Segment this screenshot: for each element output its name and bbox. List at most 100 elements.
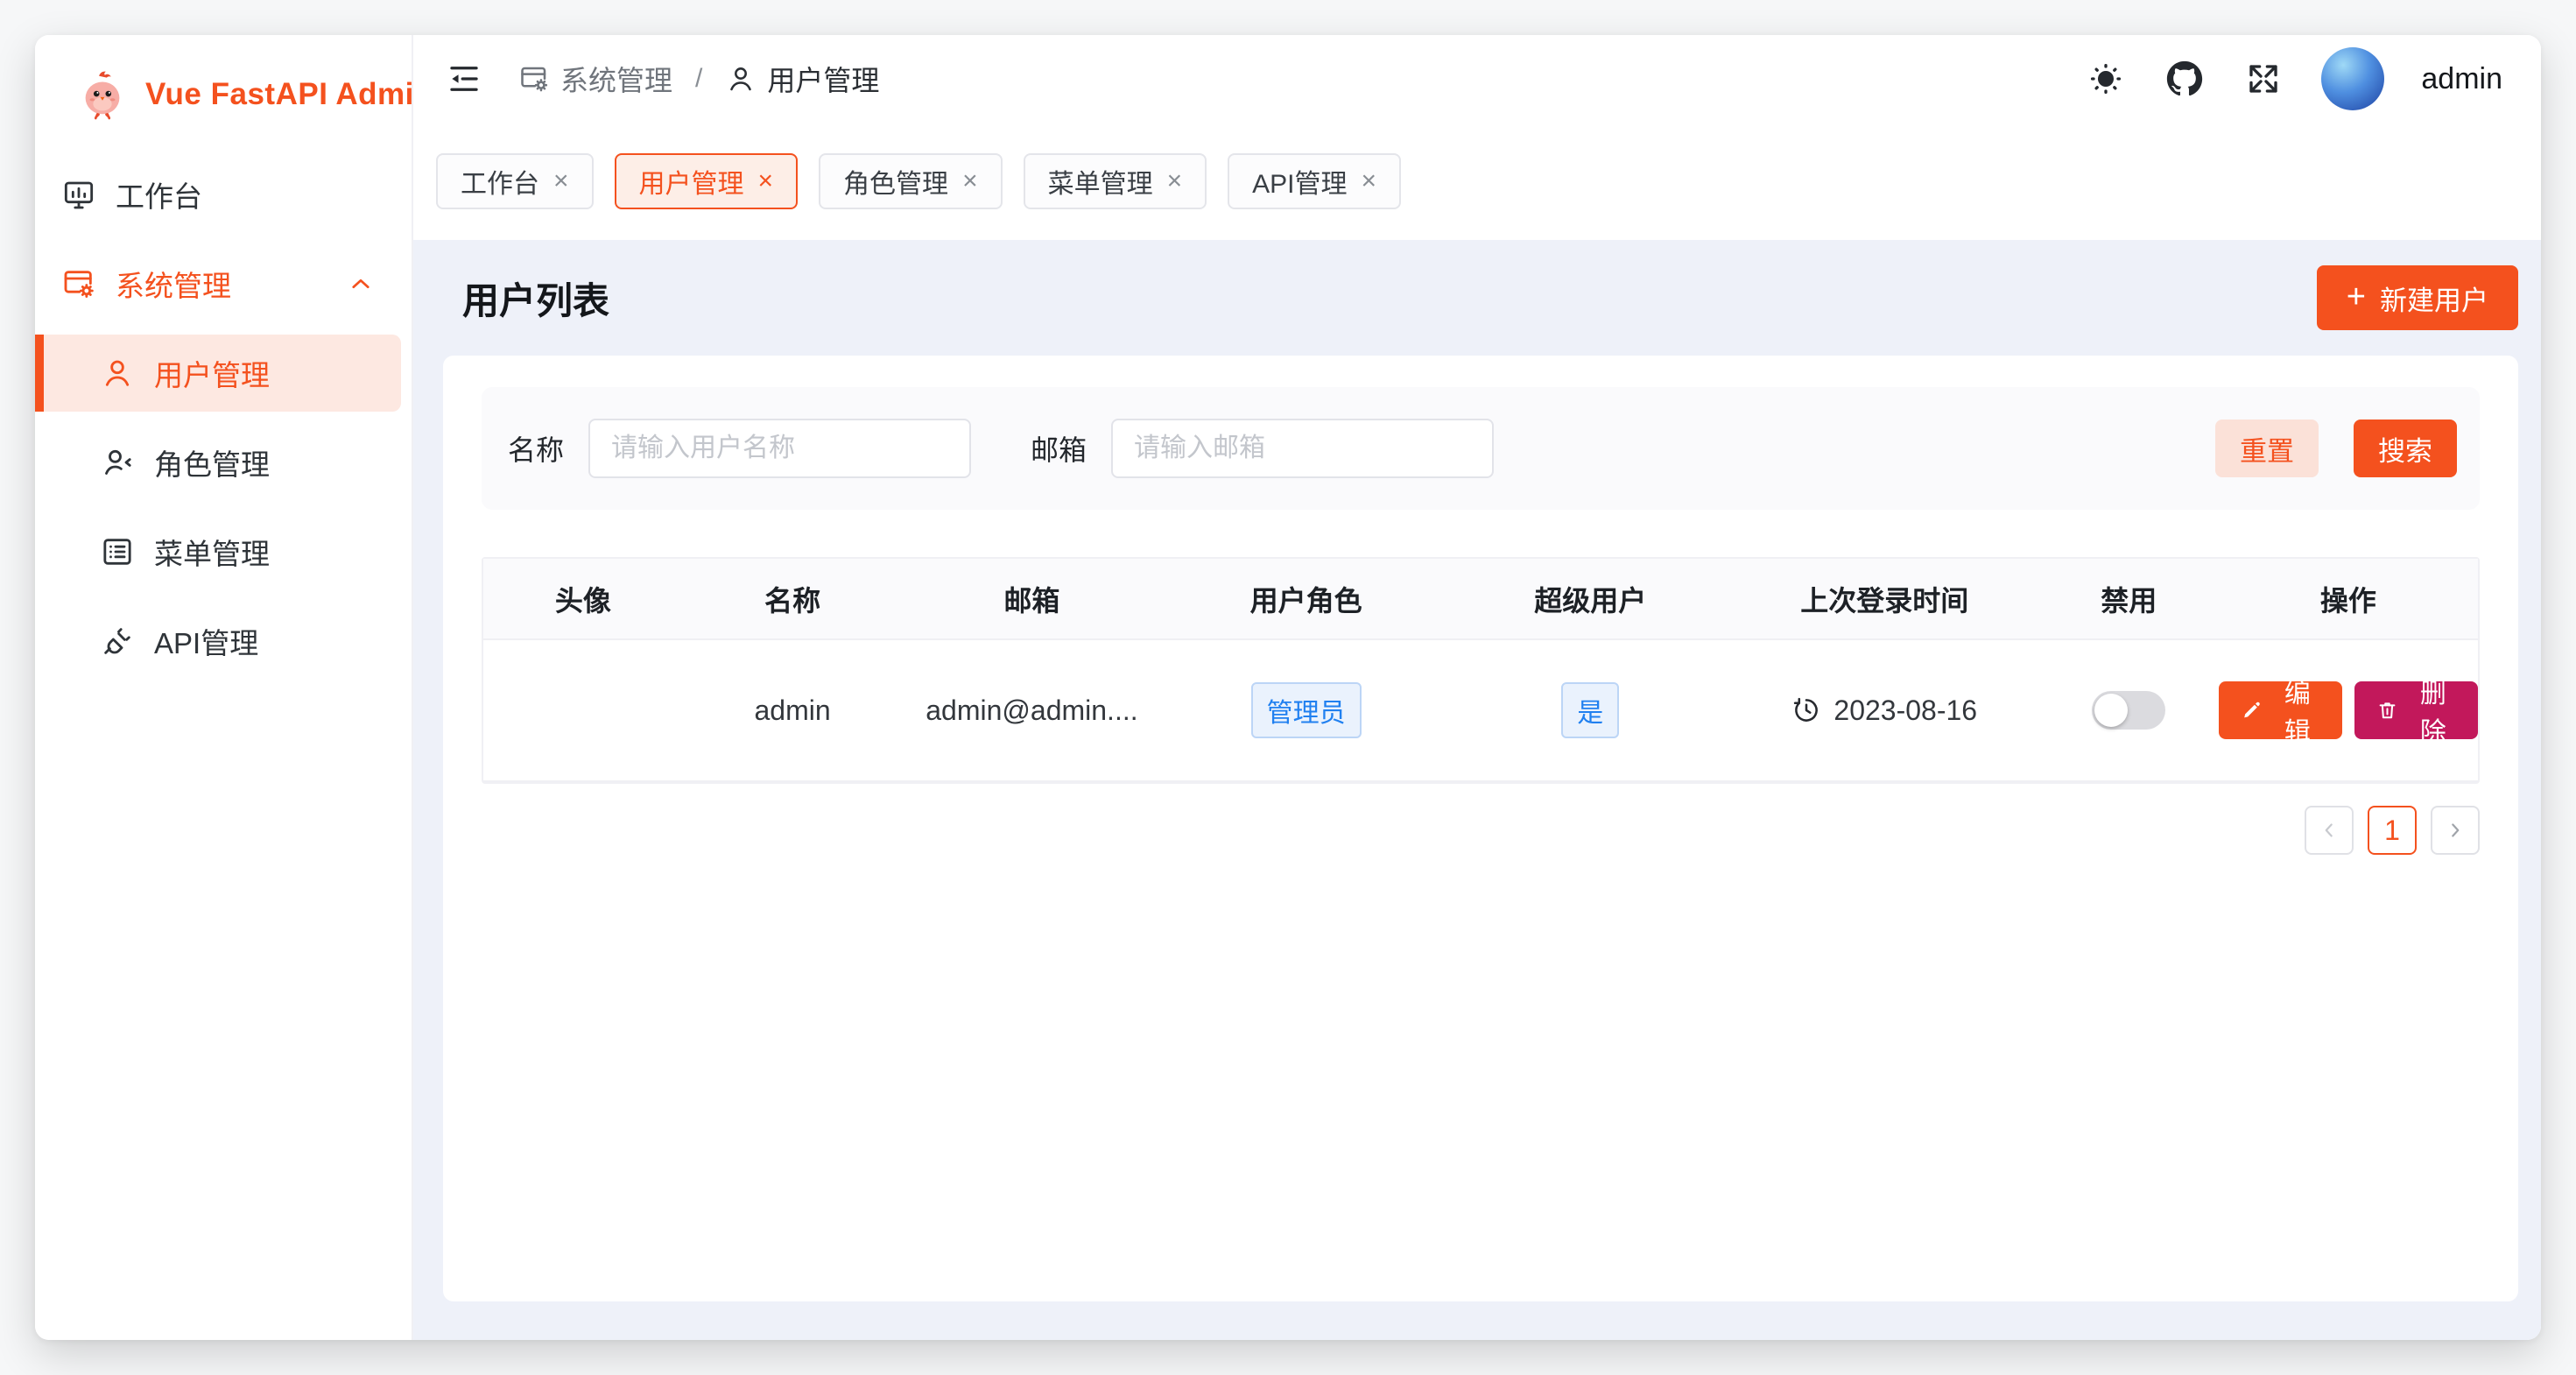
tab-menus[interactable]: 菜单管理 ×: [1024, 153, 1207, 209]
email-filter-input[interactable]: [1111, 419, 1494, 478]
user-list-card: 名称 邮箱 重置 搜索 头像 名称 邮箱: [443, 356, 2518, 1301]
chevron-left-icon: [2318, 819, 2340, 842]
delete-button[interactable]: 删除: [2354, 681, 2478, 739]
role-tag: 管理员: [1251, 682, 1362, 738]
sidebar-item-workbench[interactable]: 工作台: [35, 156, 401, 233]
tab-label: 角色管理: [843, 162, 948, 201]
app-window: Vue FastAPI Admin 工作台: [35, 35, 2541, 1340]
col-disabled: 禁用: [2039, 579, 2219, 619]
tab-api[interactable]: API管理 ×: [1228, 153, 1401, 209]
tab-label: 用户管理: [639, 162, 744, 201]
brand-title: Vue FastAPI Admin: [145, 77, 433, 112]
fullscreen-icon[interactable]: [2242, 58, 2284, 100]
new-user-button[interactable]: + 新建用户: [2317, 265, 2518, 330]
col-email: 邮箱: [902, 579, 1161, 619]
filter-panel: 名称 邮箱 重置 搜索: [482, 387, 2480, 510]
col-actions: 操作: [2219, 579, 2478, 619]
col-name: 名称: [683, 579, 903, 619]
tab-users[interactable]: 用户管理 ×: [615, 153, 799, 209]
breadcrumb-label: 系统管理: [560, 59, 672, 99]
sidebar-item-label: 角色管理: [154, 441, 270, 483]
sidebar: Vue FastAPI Admin 工作台: [35, 35, 413, 1340]
topbar-right: admin: [2085, 47, 2502, 110]
tab-workbench[interactable]: 工作台 ×: [436, 153, 594, 209]
sidebar-item-roles[interactable]: 角色管理: [35, 424, 401, 501]
pencil-icon: [2240, 697, 2263, 723]
col-role: 用户角色: [1162, 579, 1451, 619]
page-1-button[interactable]: 1: [2368, 806, 2417, 855]
collapse-sidebar-icon[interactable]: [443, 58, 485, 100]
breadcrumb-item-system[interactable]: 系统管理: [518, 59, 672, 99]
window-gear-icon: [61, 266, 96, 301]
name-filter-label: 名称: [508, 428, 564, 469]
theme-sun-icon[interactable]: [2085, 58, 2127, 100]
username[interactable]: admin: [2421, 62, 2502, 96]
sidebar-item-system[interactable]: 系统管理: [35, 245, 401, 322]
sidebar-item-label: 用户管理: [154, 352, 270, 394]
table-row: admin admin@admin.... 管理员 是: [483, 640, 2478, 782]
user-check-icon: [100, 445, 135, 480]
tab-label: 工作台: [461, 162, 539, 201]
user-icon: [725, 63, 757, 95]
pagination: 1: [482, 806, 2480, 855]
list-icon: [100, 534, 135, 569]
last-login-value: 2023-08-16: [1833, 695, 1977, 727]
github-icon[interactable]: [2164, 58, 2206, 100]
close-icon[interactable]: ×: [1361, 168, 1376, 194]
disabled-toggle[interactable]: [2092, 691, 2165, 730]
cell-email: admin@admin....: [902, 695, 1161, 727]
toggle-knob: [2094, 694, 2128, 727]
new-user-label: 新建用户: [2380, 279, 2488, 318]
topbar: 系统管理 / 用户管理: [413, 35, 2541, 123]
cell-actions: 编辑 删除: [2219, 681, 2478, 739]
chick-logo-icon: [75, 67, 130, 122]
sidebar-item-menus[interactable]: 菜单管理: [35, 513, 401, 590]
chevron-up-icon: [345, 268, 377, 300]
close-icon[interactable]: ×: [962, 168, 978, 194]
edit-button[interactable]: 编辑: [2219, 681, 2342, 739]
avatar[interactable]: [2321, 47, 2384, 110]
content: 用户列表 + 新建用户 名称 邮箱 重置 搜索: [413, 240, 2541, 1340]
clock-history-icon: [1791, 695, 1821, 725]
tabbar: 工作台 × 用户管理 × 角色管理 × 菜单管理 × API管理 ×: [413, 123, 2541, 240]
sidebar-item-users[interactable]: 用户管理: [35, 335, 401, 412]
sidebar-item-api[interactable]: API管理: [35, 603, 401, 680]
prev-page-button[interactable]: [2305, 806, 2354, 855]
cell-superuser: 是: [1451, 682, 1730, 738]
superuser-tag: 是: [1561, 682, 1619, 738]
sidebar-menu: 工作台 系统管理: [35, 154, 412, 680]
cell-last-login: 2023-08-16: [1730, 695, 2039, 727]
breadcrumb-item-users[interactable]: 用户管理: [725, 59, 879, 99]
brand[interactable]: Vue FastAPI Admin: [35, 35, 412, 154]
reset-button[interactable]: 重置: [2215, 420, 2319, 477]
breadcrumb: 系统管理 / 用户管理: [518, 59, 879, 99]
cell-name: admin: [683, 695, 903, 727]
col-last-login: 上次登录时间: [1730, 579, 2039, 619]
tab-label: 菜单管理: [1048, 162, 1153, 201]
email-filter-group: 邮箱: [1031, 419, 1494, 478]
col-superuser: 超级用户: [1451, 579, 1730, 619]
next-page-button[interactable]: [2431, 806, 2480, 855]
filter-actions: 重置 搜索: [2215, 420, 2457, 477]
sidebar-item-label: 系统管理: [116, 263, 231, 305]
plug-icon: [100, 624, 135, 659]
search-button[interactable]: 搜索: [2354, 420, 2457, 477]
trash-icon: [2375, 697, 2399, 723]
col-avatar: 头像: [483, 579, 683, 619]
edit-label: 编辑: [2274, 672, 2321, 749]
chevron-right-icon: [2444, 819, 2467, 842]
main-area: 系统管理 / 用户管理: [413, 35, 2541, 1340]
close-icon[interactable]: ×: [1167, 168, 1183, 194]
breadcrumb-separator: /: [690, 64, 707, 94]
sidebar-item-label: API管理: [154, 620, 258, 662]
tab-roles[interactable]: 角色管理 ×: [819, 153, 1003, 209]
name-filter-input[interactable]: [588, 419, 971, 478]
close-icon[interactable]: ×: [553, 168, 569, 194]
delete-label: 删除: [2410, 672, 2457, 749]
cell-role: 管理员: [1162, 682, 1451, 738]
sidebar-item-label: 工作台: [116, 173, 202, 215]
window-gear-icon: [518, 63, 550, 95]
close-icon[interactable]: ×: [758, 168, 774, 194]
page-title: 用户列表: [462, 271, 609, 325]
sidebar-item-label: 菜单管理: [154, 531, 270, 573]
